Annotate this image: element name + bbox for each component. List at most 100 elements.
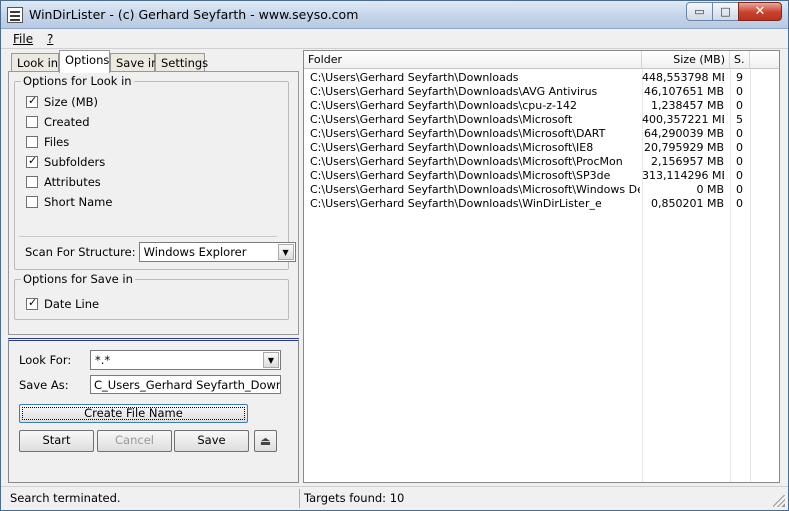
eject-icon: ⏏	[259, 434, 272, 448]
folder-list[interactable]: Folder Size (MB) S. C:\Users\Gerhard Sey…	[303, 50, 780, 483]
size-cell: 313,114296 MB	[642, 169, 724, 182]
title-bar[interactable]: WinDirLister - (c) Gerhard Seyfarth - ww…	[1, 1, 788, 29]
save-button[interactable]: Save	[174, 430, 249, 452]
close-button[interactable]: ✕	[738, 2, 782, 21]
subfolder-count-cell: 5	[736, 113, 743, 126]
subfolder-count-cell: 0	[736, 85, 743, 98]
save-as-label: Save As:	[19, 378, 69, 392]
tab-settings[interactable]: Settings	[155, 53, 208, 72]
checkbox-box[interactable]	[26, 154, 38, 168]
subfolder-count-cell: 0	[736, 127, 743, 140]
scan-structure-select[interactable]: Windows Explorer ▼	[138, 242, 296, 262]
status-bar: Search terminated. Targets found: 10	[1, 486, 788, 510]
eject-button[interactable]: ⏏	[254, 430, 277, 452]
tab-look-in[interactable]: Look in	[11, 53, 59, 72]
checkbox-box[interactable]	[26, 116, 38, 128]
column-header-size[interactable]: Size (MB)	[642, 51, 730, 69]
app-window: WinDirLister - (c) Gerhard Seyfarth - ww…	[0, 0, 789, 511]
checkbox-label: Files	[44, 135, 70, 149]
cancel-button[interactable]: Cancel	[97, 430, 172, 452]
folder-cell: C:\Users\Gerhard Seyfarth\Downloads\Micr…	[310, 169, 611, 182]
size-cell: 1,238457 MB	[650, 99, 724, 112]
scan-structure-label: Scan For Structure:	[25, 245, 136, 259]
menu-file[interactable]: File	[13, 32, 33, 46]
checkbox-label: Date Line	[44, 297, 100, 311]
scan-structure-row: Scan For Structure: Windows Explorer ▼	[25, 242, 296, 262]
checkbox-attributes[interactable]: Attributes	[26, 175, 101, 189]
targets-found: Targets found: 10	[304, 491, 405, 505]
folder-cell: C:\Users\Gerhard Seyfarth\Downloads\AVG …	[310, 85, 598, 98]
table-row[interactable]: C:\Users\Gerhard Seyfarth\Downloads\cpu-…	[304, 99, 779, 113]
column-header-s[interactable]: S.	[730, 51, 750, 69]
save-in-options-legend: Options for Save in	[23, 272, 133, 286]
size-cell: 46,107651 MB	[643, 85, 724, 98]
table-row[interactable]: C:\Users\Gerhard Seyfarth\Downloads\Micr…	[304, 169, 779, 183]
checkbox-label: Created	[44, 115, 90, 129]
folder-cell: C:\Users\Gerhard Seyfarth\Downloads	[310, 71, 519, 84]
table-row[interactable]: C:\Users\Gerhard Seyfarth\Downloads\Micr…	[304, 127, 779, 141]
folder-cell: C:\Users\Gerhard Seyfarth\Downloads\Micr…	[310, 183, 640, 196]
checkbox-box[interactable]	[26, 176, 38, 188]
chevron-down-icon[interactable]: ▼	[277, 244, 294, 260]
resize-grip-icon[interactable]	[773, 495, 785, 507]
size-cell: 20,795929 MB	[643, 141, 724, 154]
size-cell: 64,290039 MB	[643, 127, 724, 140]
folder-cell: C:\Users\Gerhard Seyfarth\Downloads\cpu-…	[310, 99, 577, 112]
save-in-options-group: Options for Save in	[14, 272, 289, 320]
checkbox-size-mb[interactable]: Size (MB)	[26, 94, 98, 109]
folder-cell: C:\Users\Gerhard Seyfarth\Downloads\Micr…	[310, 155, 623, 168]
checkbox-box[interactable]	[26, 136, 38, 148]
checkbox-label: Attributes	[44, 175, 101, 189]
size-cell: 448,553798 MB	[642, 71, 724, 84]
checkbox-box[interactable]	[26, 196, 38, 208]
tab-strip: Look in Options Save in Settings	[8, 50, 299, 73]
folder-cell: C:\Users\Gerhard Seyfarth\Downloads\Micr…	[310, 113, 573, 126]
checkbox-label: Subfolders	[44, 155, 106, 169]
subfolder-count-cell: 0	[736, 155, 743, 168]
table-row[interactable]: C:\Users\Gerhard Seyfarth\Downloads\AVG …	[304, 85, 779, 99]
look-for-value: *.*	[95, 353, 111, 367]
window-title: WinDirLister - (c) Gerhard Seyfarth - ww…	[29, 7, 359, 22]
table-row[interactable]: C:\Users\Gerhard Seyfarth\Downloads\WinD…	[304, 197, 779, 211]
create-file-name-button[interactable]: Create File Name	[19, 404, 248, 423]
maximize-button[interactable]: □	[712, 2, 739, 21]
table-row[interactable]: C:\Users\Gerhard Seyfarth\Downloads\Micr…	[304, 155, 779, 169]
size-cell: 400,357221 MB	[642, 113, 724, 126]
subfolder-count-cell: 0	[736, 141, 743, 154]
subfolder-count-cell: 0	[736, 183, 743, 196]
look-in-options-legend: Options for Look in	[23, 74, 132, 88]
column-header-folder[interactable]: Folder	[304, 51, 642, 69]
divider	[19, 236, 277, 237]
subfolder-count-cell: 0	[736, 197, 743, 210]
size-cell: 0 MB	[696, 183, 724, 196]
menu-bar: File ?	[1, 30, 788, 49]
close-icon: ✕	[754, 4, 766, 19]
checkbox-box[interactable]	[26, 296, 38, 310]
save-as-input[interactable]: C_Users_Gerhard Seyfarth_Downloads_	[90, 375, 281, 394]
table-row[interactable]: C:\Users\Gerhard Seyfarth\Downloads 448,5…	[304, 71, 779, 85]
checkbox-files[interactable]: Files	[26, 135, 69, 149]
size-cell: 2,156957 MB	[650, 155, 724, 168]
table-row[interactable]: C:\Users\Gerhard Seyfarth\Downloads\Micr…	[304, 113, 779, 127]
minimize-button[interactable]: ▭	[686, 2, 713, 21]
tab-options[interactable]: Options	[59, 50, 110, 73]
table-row[interactable]: C:\Users\Gerhard Seyfarth\Downloads\Micr…	[304, 183, 779, 197]
look-for-select[interactable]: *.* ▼	[90, 350, 281, 370]
search-panel: Look For: *.* ▼ Save As: C_Users_Gerhard…	[8, 338, 299, 483]
tab-save-in[interactable]: Save in	[110, 53, 158, 72]
checkbox-created[interactable]: Created	[26, 115, 90, 129]
list-header: Folder Size (MB) S.	[304, 51, 779, 69]
start-button[interactable]: Start	[19, 430, 94, 452]
look-for-label: Look For:	[19, 353, 72, 367]
scan-structure-value: Windows Explorer	[143, 245, 247, 259]
app-icon[interactable]	[7, 7, 23, 23]
checkbox-short-name[interactable]: Short Name	[26, 195, 112, 209]
table-row[interactable]: C:\Users\Gerhard Seyfarth\Downloads\Micr…	[304, 141, 779, 155]
chevron-down-icon[interactable]: ▼	[263, 352, 279, 368]
checkbox-date-line[interactable]: Date Line	[26, 296, 100, 311]
tab-options-body: Options for Look in Size (MB) Created Fi…	[8, 71, 299, 335]
options-panel: Look in Options Save in Settings Options…	[8, 50, 299, 335]
menu-help[interactable]: ?	[47, 32, 53, 46]
checkbox-box[interactable]	[26, 94, 38, 108]
checkbox-subfolders[interactable]: Subfolders	[26, 154, 106, 169]
